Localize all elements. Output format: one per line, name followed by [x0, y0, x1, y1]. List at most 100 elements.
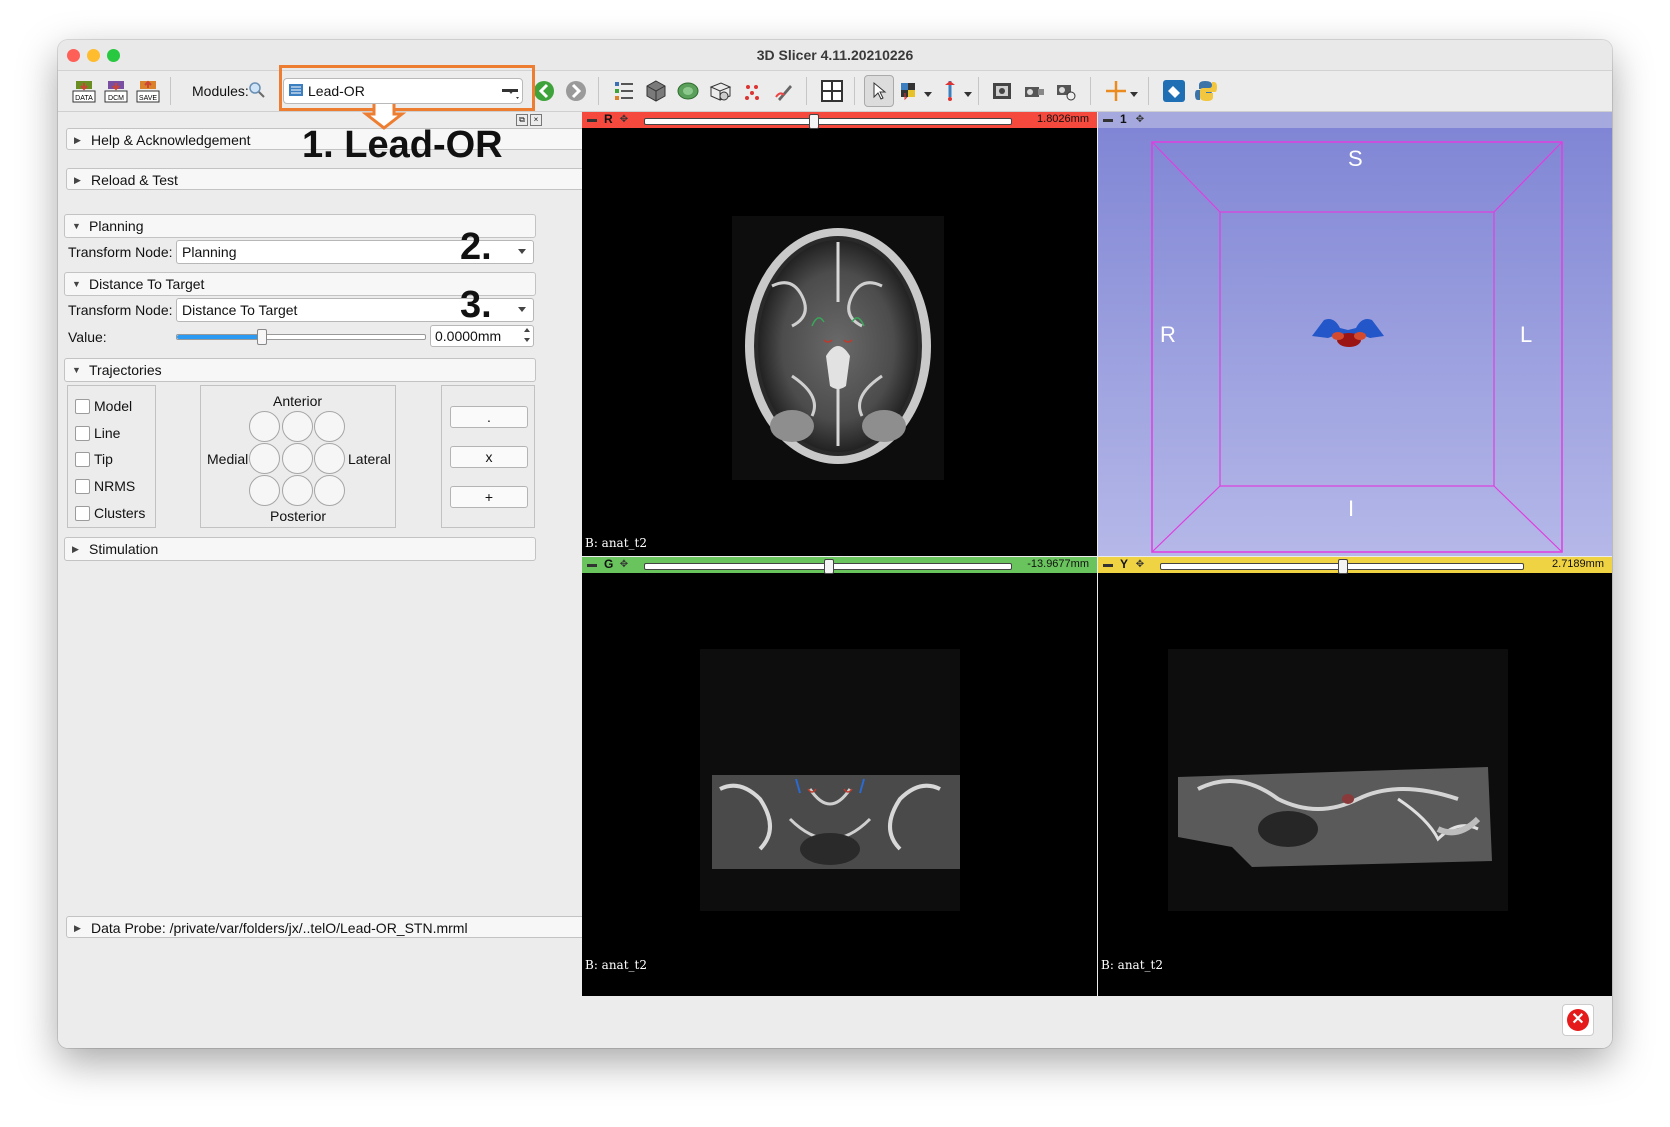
data-probe-header[interactable]: ▶ Data Probe: /private/var/folders/jx/..…	[66, 916, 594, 938]
data-load-icon[interactable]: DATA	[72, 79, 96, 103]
module-selector-highlight	[279, 65, 535, 111]
data-module-icon[interactable]	[612, 79, 636, 103]
scene-view-options-icon[interactable]	[1054, 79, 1078, 103]
yellow-slice-view[interactable]: ▬ Y ✥ 2.7189mm B: anat_t2	[1098, 557, 1612, 996]
reload-section-label: Reload & Test	[91, 172, 178, 188]
chevron-right-icon: ▶	[74, 923, 81, 933]
chevron-down-icon: ▼	[72, 365, 81, 375]
clusters-checkbox-label: Clusters	[94, 505, 146, 521]
red-slice-view[interactable]: ▬ R ✥ 1.8026mm B: anat_t2	[582, 112, 1097, 556]
panel-undock-icon[interactable]: ⧉	[516, 114, 528, 126]
link-icon[interactable]: ✥	[1134, 559, 1146, 571]
distance-value-spinbox[interactable]: 0.0000mm	[430, 325, 534, 347]
lateral-label: Lateral	[348, 451, 391, 467]
green-slice-slider[interactable]	[644, 559, 1012, 574]
window-level-icon[interactable]	[898, 79, 922, 103]
trajectory-anterior-lateral[interactable]	[314, 411, 345, 442]
chevron-down-icon: ▼	[72, 279, 81, 289]
segment-editor-icon[interactable]	[772, 79, 796, 103]
chevron-down-icon[interactable]	[964, 92, 972, 97]
green-offset-value: -13.9677mm	[1027, 558, 1089, 570]
clusters-checkbox[interactable]	[75, 506, 90, 521]
back-arrow-icon[interactable]	[532, 79, 556, 103]
posterior-label: Posterior	[270, 508, 327, 524]
plus-preset-button[interactable]: +	[450, 486, 528, 508]
trajectory-center[interactable]	[282, 443, 313, 474]
trajectory-preset-group: . x +	[441, 385, 535, 528]
scene-view-icon[interactable]	[1022, 79, 1046, 103]
save-icon[interactable]: SAVE	[136, 79, 160, 103]
toolbar-separator	[806, 77, 807, 105]
pointer-mode-icon[interactable]	[864, 75, 894, 107]
chevron-down-icon	[518, 307, 526, 312]
dot-preset-button[interactable]: .	[450, 406, 528, 428]
trajectory-medial[interactable]	[249, 443, 280, 474]
red-slice-slider[interactable]	[644, 114, 1012, 129]
layout-icon[interactable]	[820, 79, 844, 103]
trajectory-posterior-lateral[interactable]	[314, 475, 345, 506]
chevron-down-icon: ▼	[72, 221, 81, 231]
yellow-slice-slider[interactable]	[1160, 559, 1524, 574]
right-label: R	[1160, 322, 1176, 347]
distance-value-slider[interactable]	[176, 329, 426, 345]
markups-icon[interactable]	[740, 79, 764, 103]
pin-icon[interactable]: ▬	[585, 558, 599, 572]
red-slice-controller: ▬ R ✥ 1.8026mm	[582, 112, 1097, 129]
module-search-icon[interactable]	[248, 81, 266, 99]
spin-up-icon[interactable]	[524, 328, 530, 332]
spin-down-icon[interactable]	[524, 338, 530, 342]
forward-arrow-icon[interactable]	[564, 79, 588, 103]
link-icon[interactable]: ✥	[618, 114, 630, 126]
pin-icon[interactable]: ▬	[1101, 558, 1115, 572]
data-probe-label: Data Probe: /private/var/folders/jx/..te…	[91, 920, 468, 936]
stimulation-section-header[interactable]: ▶ Stimulation	[64, 537, 536, 561]
anterior-label: Anterior	[273, 393, 323, 409]
distance-transform-label: Transform Node:	[68, 302, 173, 318]
green-slice-slider-handle[interactable]	[824, 559, 834, 574]
error-log-button[interactable]: ✕	[1562, 1004, 1594, 1036]
link-icon[interactable]: ✥	[618, 559, 630, 571]
chevron-down-icon[interactable]	[924, 92, 932, 97]
toolbar-separator	[170, 77, 171, 105]
chevron-down-icon	[518, 249, 526, 254]
python-console-icon[interactable]	[1194, 79, 1218, 103]
red-slice-slider-handle[interactable]	[809, 114, 819, 129]
line-checkbox-label: Line	[94, 425, 121, 441]
chevron-down-icon[interactable]	[1130, 92, 1138, 97]
green-slice-view[interactable]: ▬ G ✥ -13.9677mm B: anat_t2	[582, 557, 1097, 996]
tip-checkbox[interactable]	[75, 452, 90, 467]
pin-icon[interactable]: ▬	[585, 113, 599, 127]
coronal-brain-image	[700, 649, 960, 911]
axial-brain-image	[732, 216, 944, 480]
toolbar-separator	[854, 77, 855, 105]
x-preset-button[interactable]: x	[450, 446, 528, 468]
distance-value-label: Value:	[68, 329, 107, 345]
panel-close-icon[interactable]: ×	[530, 114, 542, 126]
line-checkbox[interactable]	[75, 426, 90, 441]
yellow-background-label: B: anat_t2	[1101, 958, 1163, 972]
yellow-slice-slider-handle[interactable]	[1338, 559, 1348, 574]
trajectories-section-header[interactable]: ▼ Trajectories	[64, 358, 536, 382]
reload-section-header[interactable]: ▶ Reload & Test	[66, 168, 594, 190]
trajectory-anterior-medial[interactable]	[249, 411, 280, 442]
threed-view[interactable]: ▬ 1 ✥ S R L I	[1098, 112, 1612, 556]
tip-checkbox-label: Tip	[94, 451, 113, 467]
planning-section-label: Planning	[89, 218, 144, 234]
trajectory-posterior-medial[interactable]	[249, 475, 280, 506]
extension-manager-icon[interactable]	[1162, 79, 1186, 103]
trajectory-anterior[interactable]	[282, 411, 313, 442]
place-markup-icon[interactable]	[938, 79, 962, 103]
volumes-cube-icon[interactable]	[644, 79, 668, 103]
models-icon[interactable]	[676, 79, 700, 103]
status-bar: ✕	[58, 996, 1612, 1048]
screenshot-icon[interactable]	[990, 79, 1014, 103]
model-checkbox[interactable]	[75, 399, 90, 414]
crosshair-icon[interactable]	[1104, 79, 1128, 103]
transforms-icon[interactable]	[708, 79, 732, 103]
trajectory-posterior[interactable]	[282, 475, 313, 506]
trajectory-lateral[interactable]	[314, 443, 345, 474]
distance-slider-handle[interactable]	[257, 329, 267, 345]
red-background-label: B: anat_t2	[585, 536, 647, 550]
dicom-icon[interactable]: DCM	[104, 79, 128, 103]
nrms-checkbox[interactable]	[75, 479, 90, 494]
